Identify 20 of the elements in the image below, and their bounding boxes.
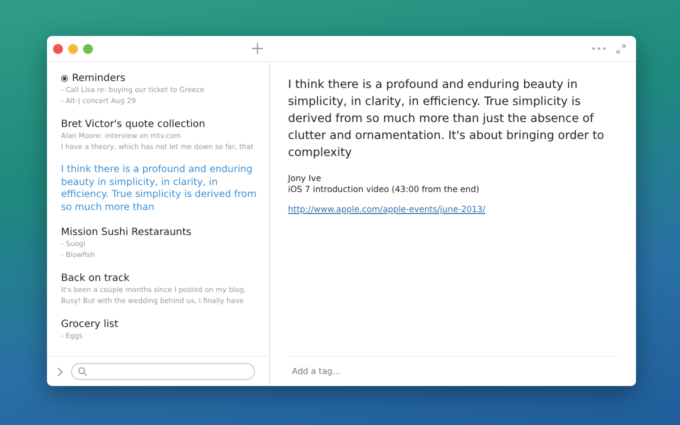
minimize-button[interactable] [68,44,78,54]
bullet-icon [61,75,68,82]
search-field[interactable] [71,363,255,380]
note-title: Back on track [61,272,130,285]
more-icon[interactable] [592,47,606,50]
search-icon [78,367,87,376]
add-icon[interactable] [252,43,263,54]
note-title: Mission Sushi Restaraunts [61,226,192,239]
note-item[interactable]: I think there is a profound and enduring beauty in simplicity, in clarity, in efficiency. True simplicity is derived from so much more than [61,164,263,214]
chevron-icon[interactable] [57,366,63,376]
zoom-button[interactable] [83,44,93,54]
close-button[interactable] [53,44,63,54]
note-title: Reminders [72,72,126,85]
note-text-line: Jony Ive [288,173,322,184]
note-title: Grocery list [61,318,118,331]
expand-icon[interactable] [616,44,626,54]
note-body-text: I think there is a profound and enduring beauty in simplicity, in clarity, in efficiency. True simplicity is derived from so much more than just the absence of clutter and ornamentation. It's about bringing order to complexity [288,76,606,161]
note-text-line: iOS 7 introduction video (43:00 from the end) [288,184,480,195]
note-title: Bret Victor's quote collection [61,118,206,131]
note-link[interactable]: http://www.apple.com/apple-events/june-2013/ [288,204,486,214]
